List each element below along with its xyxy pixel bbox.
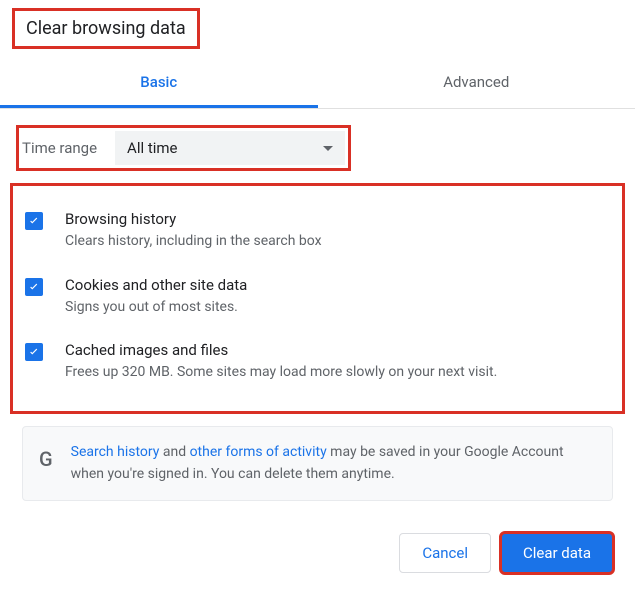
tab-basic[interactable]: Basic: [0, 59, 318, 108]
dialog-buttons: Cancel Clear data: [399, 533, 613, 573]
link-other-activity[interactable]: other forms of activity: [190, 444, 327, 460]
option-title: Cookies and other site data: [65, 276, 247, 294]
checkbox-cookies[interactable]: [25, 278, 43, 296]
option-text: Cookies and other site data Signs you ou…: [65, 276, 247, 318]
time-range-value: All time: [127, 139, 177, 157]
link-search-history[interactable]: Search history: [71, 444, 160, 460]
check-icon: [27, 280, 41, 294]
option-cookies: Cookies and other site data Signs you ou…: [21, 264, 614, 330]
info-text: Search history and other forms of activi…: [71, 441, 596, 486]
dialog-title: Clear browsing data: [14, 10, 198, 47]
info-box: G Search history and other forms of acti…: [22, 426, 613, 501]
option-desc: Clears history, including in the search …: [65, 232, 322, 252]
check-icon: [27, 214, 41, 228]
tab-bar: Basic Advanced: [0, 59, 635, 109]
option-text: Browsing history Clears history, includi…: [65, 210, 322, 252]
tab-advanced[interactable]: Advanced: [318, 59, 635, 108]
clear-data-button[interactable]: Clear data: [501, 533, 613, 573]
time-range-select[interactable]: All time: [115, 131, 345, 165]
time-range-row: Time range All time: [18, 127, 349, 169]
option-title: Browsing history: [65, 210, 322, 228]
time-range-label: Time range: [22, 139, 97, 157]
checkbox-cached[interactable]: [25, 343, 43, 361]
option-text: Cached images and files Frees up 320 MB.…: [65, 341, 497, 383]
option-title: Cached images and files: [65, 341, 497, 359]
check-icon: [27, 345, 41, 359]
google-logo-icon: G: [39, 443, 53, 475]
option-desc: Frees up 320 MB. Some sites may load mor…: [65, 363, 497, 383]
option-browsing-history: Browsing history Clears history, includi…: [21, 198, 614, 264]
chevron-down-icon: [323, 146, 333, 151]
option-cached: Cached images and files Frees up 320 MB.…: [21, 329, 614, 395]
option-desc: Signs you out of most sites.: [65, 298, 247, 318]
options-group: Browsing history Clears history, includi…: [10, 183, 625, 414]
info-text-mid1: and: [159, 444, 189, 460]
checkbox-browsing-history[interactable]: [25, 212, 43, 230]
cancel-button[interactable]: Cancel: [399, 533, 491, 573]
